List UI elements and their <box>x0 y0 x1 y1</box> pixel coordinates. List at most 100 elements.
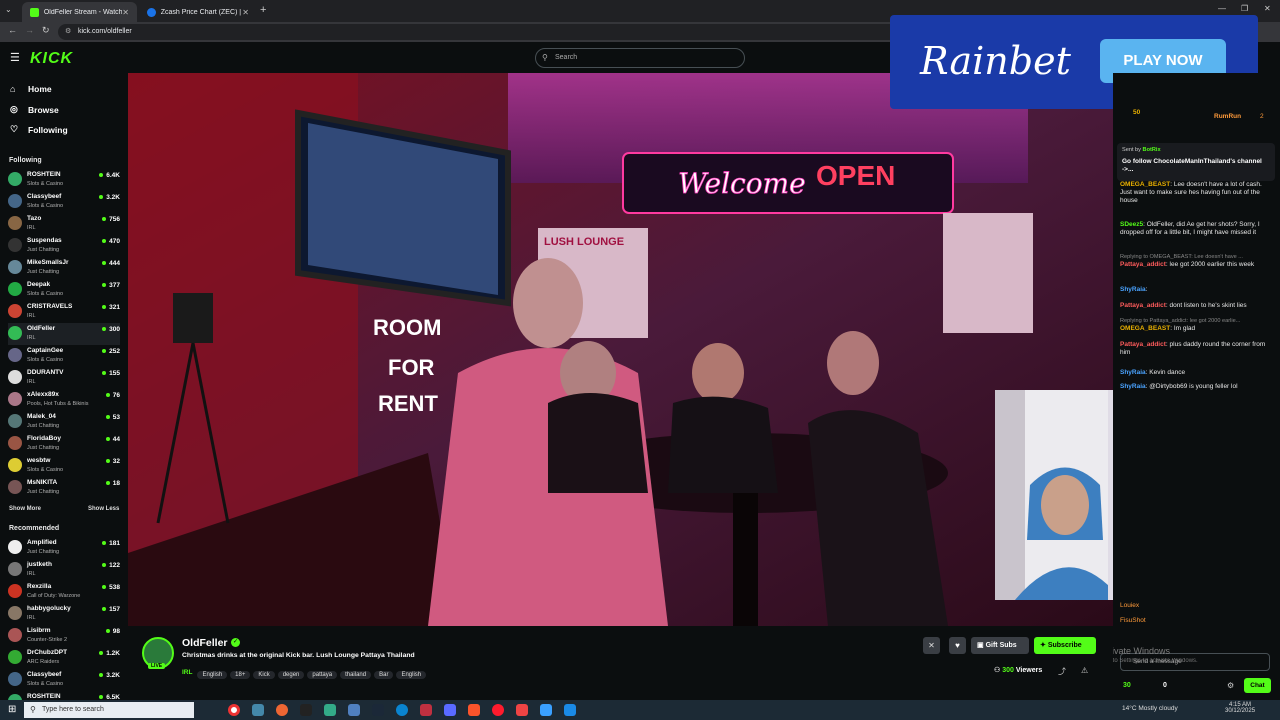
kicks-balance[interactable]: 0 <box>1163 682 1167 689</box>
chat-message[interactable]: OMEGA_BEAST: Lee doesn't have a lot of c… <box>1120 181 1270 205</box>
subscribe-button[interactable]: ✦ Subscribe <box>1034 637 1096 654</box>
sidebar-channel[interactable]: Deepak Slots & Casino 377 <box>8 279 120 301</box>
sidebar-channel[interactable]: CaptainGee Slots & Casino 252 <box>8 345 120 367</box>
chat-username[interactable]: ShyRaia <box>1120 383 1146 390</box>
sidebar-channel[interactable]: xAlexx89x Pools, Hot Tubs & Bikinis 76 <box>8 389 120 411</box>
chat-message[interactable]: Replying to Pattaya_addict: lee got 2000… <box>1120 317 1270 333</box>
stream-tag[interactable]: Bar <box>374 671 394 679</box>
clock[interactable]: 4:15 AM 30/12/2025 <box>1225 702 1255 714</box>
forward-icon[interactable]: → <box>25 25 34 35</box>
pinned-message[interactable]: Sent by BotRix Go follow ChocolateManInT… <box>1117 143 1275 181</box>
app-taskbar-icon[interactable] <box>324 704 336 716</box>
stream-tag[interactable]: degen <box>277 671 305 679</box>
app-taskbar-icon[interactable] <box>540 704 552 716</box>
stream-tag[interactable]: pattaya <box>307 671 338 679</box>
site-info-icon[interactable]: ⚙ <box>65 24 71 40</box>
stream-tag[interactable]: thailand <box>340 671 372 679</box>
chat-user-fisushot[interactable]: FisuShot <box>1120 617 1270 625</box>
sidebar-channel[interactable]: justketh IRL 122 <box>8 559 120 581</box>
weather-widget[interactable]: 14°C Mostly cloudy <box>1122 705 1178 712</box>
sidebar-channel[interactable]: ROSHTEIN Slots & Casino 6.4K <box>8 169 120 191</box>
chat-username[interactable]: SDeez5 <box>1120 221 1143 228</box>
sidebar-channel[interactable]: Classybeef Slots & Casino 3.2K <box>8 191 120 213</box>
sidebar-channel[interactable]: DrChubzDPT ARC Raiders 1.2K <box>8 647 120 669</box>
sidebar-channel[interactable]: Rexzilla Call of Duty: Warzone 538 <box>8 581 120 603</box>
chat-user-louiex[interactable]: Louiex <box>1120 602 1270 610</box>
search-input[interactable]: ⚲ Search <box>535 48 745 68</box>
mute-notifications-icon[interactable]: ✕ <box>923 637 940 654</box>
back-icon[interactable]: ← <box>8 25 17 35</box>
show-less-button[interactable]: Show Less <box>88 506 119 512</box>
chrome-taskbar-icon[interactable] <box>228 704 240 716</box>
show-more-button[interactable]: Show More <box>9 506 41 512</box>
opera-taskbar-icon[interactable] <box>492 704 504 716</box>
close-window-icon[interactable]: ✕ <box>1264 4 1271 13</box>
chat-username[interactable]: Pattaya_addict <box>1120 341 1166 348</box>
kick-logo[interactable]: KICK <box>30 50 73 68</box>
chat-message[interactable]: SDeez5: OldFeller, did Ae get her shots?… <box>1120 221 1270 237</box>
sidebar-channel[interactable]: Suspendas Just Chatting 470 <box>8 235 120 257</box>
streamer-name[interactable]: OldFeller <box>182 637 228 649</box>
close-tab-icon[interactable]: ✕ <box>122 8 129 17</box>
chat-username[interactable]: ShyRaia <box>1120 286 1146 293</box>
chat-username[interactable]: Pattaya_addict <box>1120 302 1166 309</box>
firefox-taskbar-icon[interactable] <box>276 704 288 716</box>
sidebar-channel[interactable]: OldFeller IRL 300 <box>8 323 120 345</box>
sidebar-channel[interactable]: wesbtw Slots & Casino 32 <box>8 455 120 477</box>
chat-username[interactable]: Pattaya_addict <box>1120 261 1166 268</box>
stream-tag[interactable]: 18+ <box>230 671 251 679</box>
sidebar-channel[interactable]: FloridaBoy Just Chatting 44 <box>8 433 120 455</box>
sidebar-channel[interactable]: habbygolucky IRL 157 <box>8 603 120 625</box>
follow-heart-icon[interactable]: ♥ <box>949 637 966 654</box>
stream-tag[interactable]: English <box>396 671 427 679</box>
app-taskbar-icon[interactable] <box>564 704 576 716</box>
edge-taskbar-icon[interactable] <box>396 704 408 716</box>
chat-message[interactable]: ShyRaia: @Dirtybob69 is young feller lol <box>1120 383 1270 391</box>
sidebar-channel[interactable]: MikeSmallsJr Just Chatting 444 <box>8 257 120 279</box>
hamburger-menu-icon[interactable]: ☰ <box>10 51 20 64</box>
close-tab-icon[interactable]: ✕ <box>242 8 249 17</box>
new-tab-icon[interactable]: + <box>260 4 266 16</box>
stream-tag[interactable]: English <box>197 671 228 679</box>
nav-home[interactable]: ⌂ Home <box>10 84 52 94</box>
stream-category[interactable]: IRL <box>182 669 192 676</box>
chat-message[interactable]: Pattaya_addict: dont listen to he's skin… <box>1120 302 1270 310</box>
chat-username[interactable]: OMEGA_BEAST <box>1120 181 1170 188</box>
gift-subs-button[interactable]: ▣ Gift Subs <box>971 637 1029 654</box>
app-taskbar-icon[interactable] <box>252 704 264 716</box>
chat-message[interactable]: Pattaya_addict: plus daddy round the cor… <box>1120 341 1270 357</box>
sidebar-channel[interactable]: MsNIKITA Just Chatting 18 <box>8 477 120 499</box>
taskbar-search[interactable]: ⚲ Type here to search <box>24 702 194 718</box>
sidebar-channel[interactable]: Lisibrm Counter-Strike 2 98 <box>8 625 120 647</box>
chat-message[interactable]: Replying to OMEGA_BEAST: Lee doesn't hav… <box>1120 253 1270 269</box>
maximize-icon[interactable]: ❐ <box>1241 4 1248 13</box>
chat-message[interactable]: ShyRaia: <box>1120 286 1270 294</box>
sidebar-channel[interactable]: Amplified Just Chatting 181 <box>8 537 120 559</box>
steam-taskbar-icon[interactable] <box>372 704 384 716</box>
app-taskbar-icon[interactable] <box>300 704 312 716</box>
stream-tag[interactable]: Kick <box>253 671 275 679</box>
share-icon[interactable]: ⤴ <box>1058 666 1066 677</box>
windows-start-icon[interactable]: ⊞ <box>8 704 16 715</box>
tab-zcash[interactable]: Zcash Price Chart (ZEC) | Coin ✕ <box>139 2 257 22</box>
brave-taskbar-icon[interactable] <box>468 704 480 716</box>
reload-icon[interactable]: ↻ <box>42 25 50 36</box>
sidebar-channel[interactable]: Classybeef Slots & Casino 3.2K <box>8 669 120 691</box>
chat-username[interactable]: OMEGA_BEAST <box>1120 325 1170 332</box>
minimize-icon[interactable]: — <box>1218 4 1226 13</box>
discord-taskbar-icon[interactable] <box>444 704 456 716</box>
tab-menu-icon[interactable]: ⌄ <box>5 5 12 14</box>
sidebar-channel[interactable]: Malek_04 Just Chatting 53 <box>8 411 120 433</box>
nav-following[interactable]: ♡ Following <box>10 124 68 135</box>
tab-oldfeller[interactable]: OldFeller Stream - Watch Li ✕ <box>22 2 137 22</box>
app-taskbar-icon[interactable] <box>348 704 360 716</box>
sidebar-channel[interactable]: DDURANTV IRL 155 <box>8 367 120 389</box>
sidebar-channel[interactable]: Tazo IRL 756 <box>8 213 120 235</box>
nav-browse[interactable]: ◎ Browse <box>10 104 59 115</box>
app-taskbar-icon[interactable] <box>420 704 432 716</box>
chat-settings-icon[interactable]: ⚙ <box>1227 681 1234 690</box>
chat-username[interactable]: ShyRaia <box>1120 369 1146 376</box>
chat-send-button[interactable]: Chat <box>1244 678 1271 693</box>
chat-message[interactable]: ShyRaia: Kevin dance <box>1120 369 1270 377</box>
report-icon[interactable]: ⚠ <box>1081 666 1088 675</box>
